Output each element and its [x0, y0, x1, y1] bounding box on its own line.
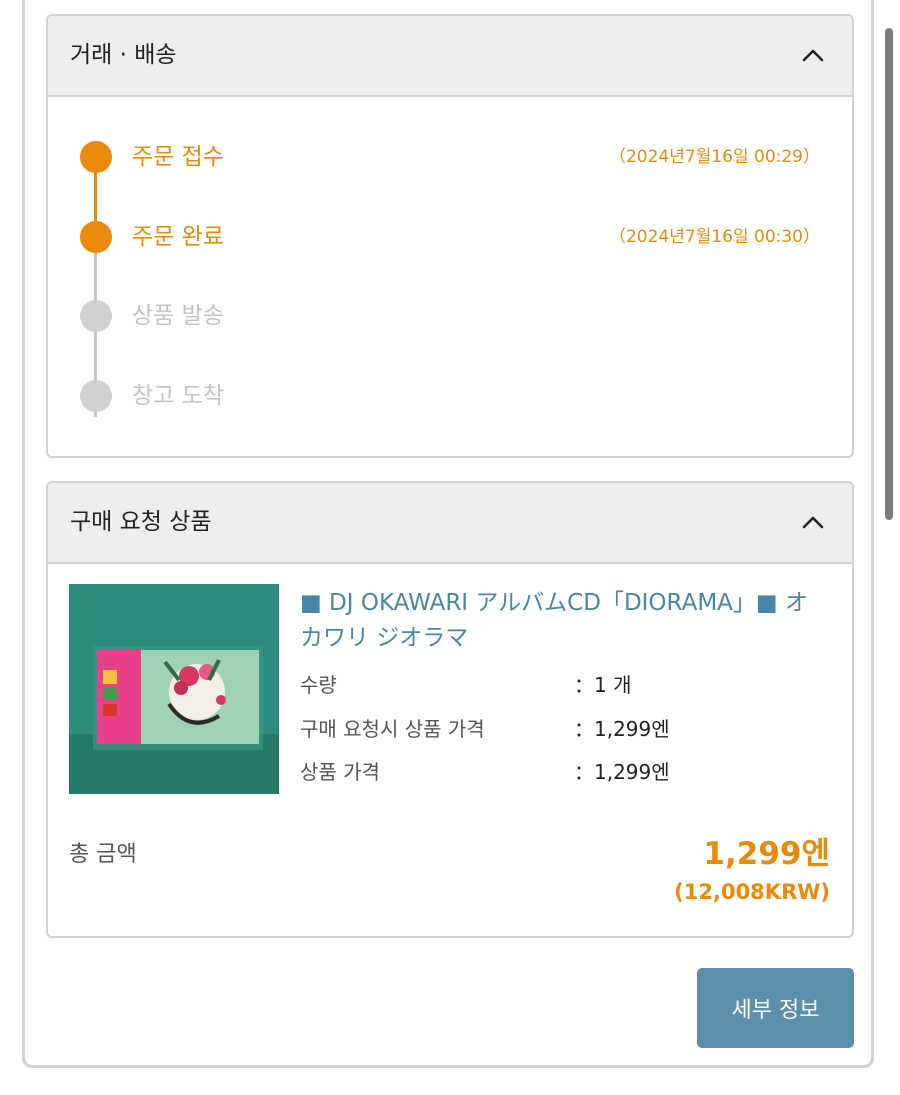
step-dot-order-complete: [80, 221, 112, 253]
product-price-value: ：1,299엔: [574, 760, 670, 784]
requested-product-panel: 구매 요청 상품 ■ DJ OKAWARI アルバムCD「DIORAMA」■ オ…: [46, 481, 854, 938]
details-button[interactable]: 세부 정보: [697, 968, 854, 1048]
scrollbar[interactable]: [885, 28, 893, 520]
product-image[interactable]: [69, 584, 279, 794]
trade-shipping-panel: 거래 · 배송 주문 접수 （2024년7월16일 00:29） 주문 완료 （…: [46, 14, 854, 458]
total-amount-jpy: 1,299엔: [703, 836, 830, 872]
product-price-label: 상품 가격: [300, 760, 380, 784]
total-amount-krw: (12,008KRW): [674, 880, 830, 904]
trade-shipping-header[interactable]: 거래 · 배송: [48, 16, 852, 97]
product-title-link[interactable]: ■ DJ OKAWARI アルバムCD「DIORAMA」■ オカワリ ジオラマ: [300, 586, 810, 656]
request-price-label: 구매 요청시 상품 가격: [300, 717, 485, 741]
step-label-warehouse-arrival: 창고 도착: [132, 383, 224, 409]
quantity-label: 수량: [300, 673, 337, 697]
step-time-order-received: （2024년7월16일 00:29）: [608, 147, 820, 167]
order-timeline: 주문 접수 （2024년7월16일 00:29） 주문 완료 （2024년7월1…: [48, 97, 852, 456]
requested-product-header[interactable]: 구매 요청 상품: [48, 483, 852, 564]
product-body: ■ DJ OKAWARI アルバムCD「DIORAMA」■ オカワリ ジオラマ …: [48, 564, 852, 936]
chevron-up-icon[interactable]: [802, 515, 824, 529]
step-dot-order-received: [80, 141, 112, 173]
step-time-order-complete: （2024년7월16일 00:30）: [608, 227, 820, 247]
request-price-value: ：1,299엔: [574, 717, 670, 741]
step-label-order-complete: 주문 완료: [132, 224, 224, 250]
chevron-up-icon[interactable]: [802, 48, 824, 62]
quantity-value: ：1 개: [574, 673, 632, 697]
requested-product-title: 구매 요청 상품: [70, 509, 212, 535]
total-amount-label: 총 금액: [69, 842, 137, 867]
step-label-order-received: 주문 접수: [132, 144, 224, 170]
trade-shipping-title: 거래 · 배송: [70, 42, 177, 68]
step-label-shipped: 상품 발송: [132, 303, 224, 329]
step-dot-warehouse-arrival: [80, 380, 112, 412]
step-dot-shipped: [80, 300, 112, 332]
